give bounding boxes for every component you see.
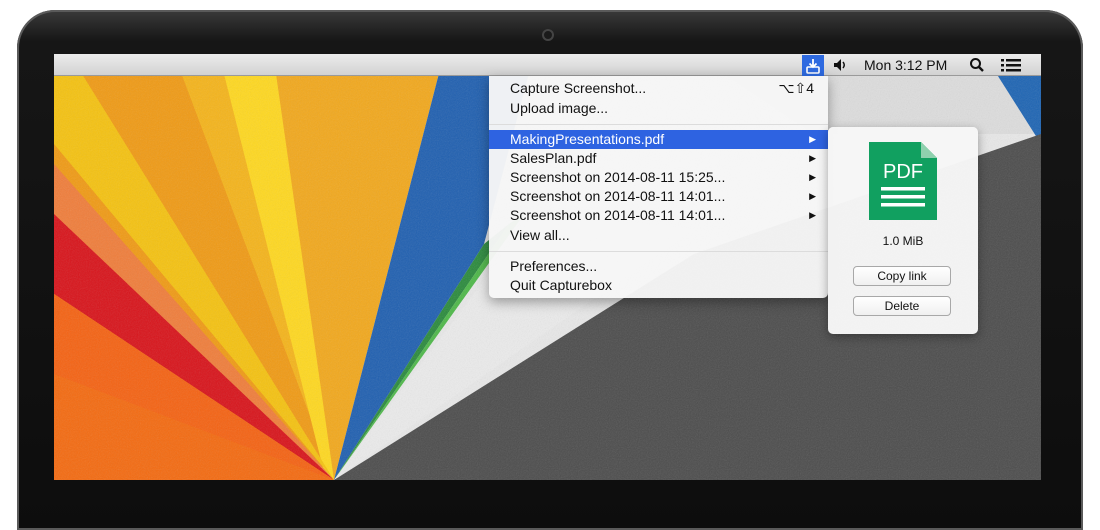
menu-separator [489, 251, 828, 252]
file-preview-popover: PDF 1.0 MiB Copy link Delete [828, 127, 978, 334]
submenu-arrow-icon: ▶ [809, 134, 816, 144]
submenu-arrow-icon: ▶ [809, 172, 816, 182]
menu-bar: Mon 3:12 PM [54, 54, 1041, 76]
quit-label: Quit Capturebox [510, 277, 612, 293]
upload-image-label: Upload image... [510, 100, 609, 116]
quit-item[interactable]: Quit Capturebox [489, 276, 828, 295]
recent-item[interactable]: Screenshot on 2014-08-11 14:01... ▶ [489, 206, 828, 225]
file-size: 1.0 MiB [882, 234, 924, 248]
pdf-document-icon: PDF [869, 142, 937, 220]
recent-item-label: Screenshot on 2014-08-11 14:01... [510, 188, 726, 204]
preferences-item[interactable]: Preferences... [489, 257, 828, 276]
capture-screenshot-label: Capture Screenshot... [510, 80, 647, 96]
capturebox-menu: Capture Screenshot... ⌥⇧4 Upload image..… [489, 76, 828, 298]
preferences-label: Preferences... [510, 258, 598, 274]
submenu-arrow-icon: ▶ [809, 153, 816, 163]
screen: Mon 3:12 PM Capture Screenshot... ⌥⇧4 Up… [54, 54, 1041, 480]
menu-bar-clock[interactable]: Mon 3:12 PM [864, 54, 947, 76]
spotlight-search-icon[interactable] [969, 54, 985, 76]
camera-icon [542, 29, 554, 41]
recent-item-label: MakingPresentations.pdf [510, 131, 665, 147]
capture-shortcut: ⌥⇧4 [778, 80, 814, 96]
view-all-item[interactable]: View all... [489, 226, 828, 245]
recent-item-label: Screenshot on 2014-08-11 15:25... [510, 169, 726, 185]
recent-item[interactable]: Screenshot on 2014-08-11 14:01... ▶ [489, 187, 828, 206]
delete-button[interactable]: Delete [853, 296, 951, 316]
menu-separator [489, 124, 828, 125]
copy-link-button[interactable]: Copy link [853, 266, 951, 286]
notification-list-icon[interactable] [1000, 54, 1022, 76]
pdf-icon-text: PDF [883, 161, 923, 183]
capturebox-icon[interactable] [802, 55, 824, 76]
speaker-icon[interactable] [832, 54, 852, 76]
recent-item-label: Screenshot on 2014-08-11 14:01... [510, 207, 726, 223]
submenu-arrow-icon: ▶ [809, 210, 816, 220]
recent-item[interactable]: SalesPlan.pdf ▶ [489, 149, 828, 168]
recent-item[interactable]: MakingPresentations.pdf ▶ [489, 130, 828, 149]
view-all-label: View all... [510, 227, 570, 243]
submenu-arrow-icon: ▶ [809, 191, 816, 201]
capture-screenshot-item[interactable]: Capture Screenshot... ⌥⇧4 [489, 79, 828, 98]
recent-item-label: SalesPlan.pdf [510, 150, 597, 166]
upload-image-item[interactable]: Upload image... [489, 99, 828, 118]
recent-item[interactable]: Screenshot on 2014-08-11 15:25... ▶ [489, 168, 828, 187]
